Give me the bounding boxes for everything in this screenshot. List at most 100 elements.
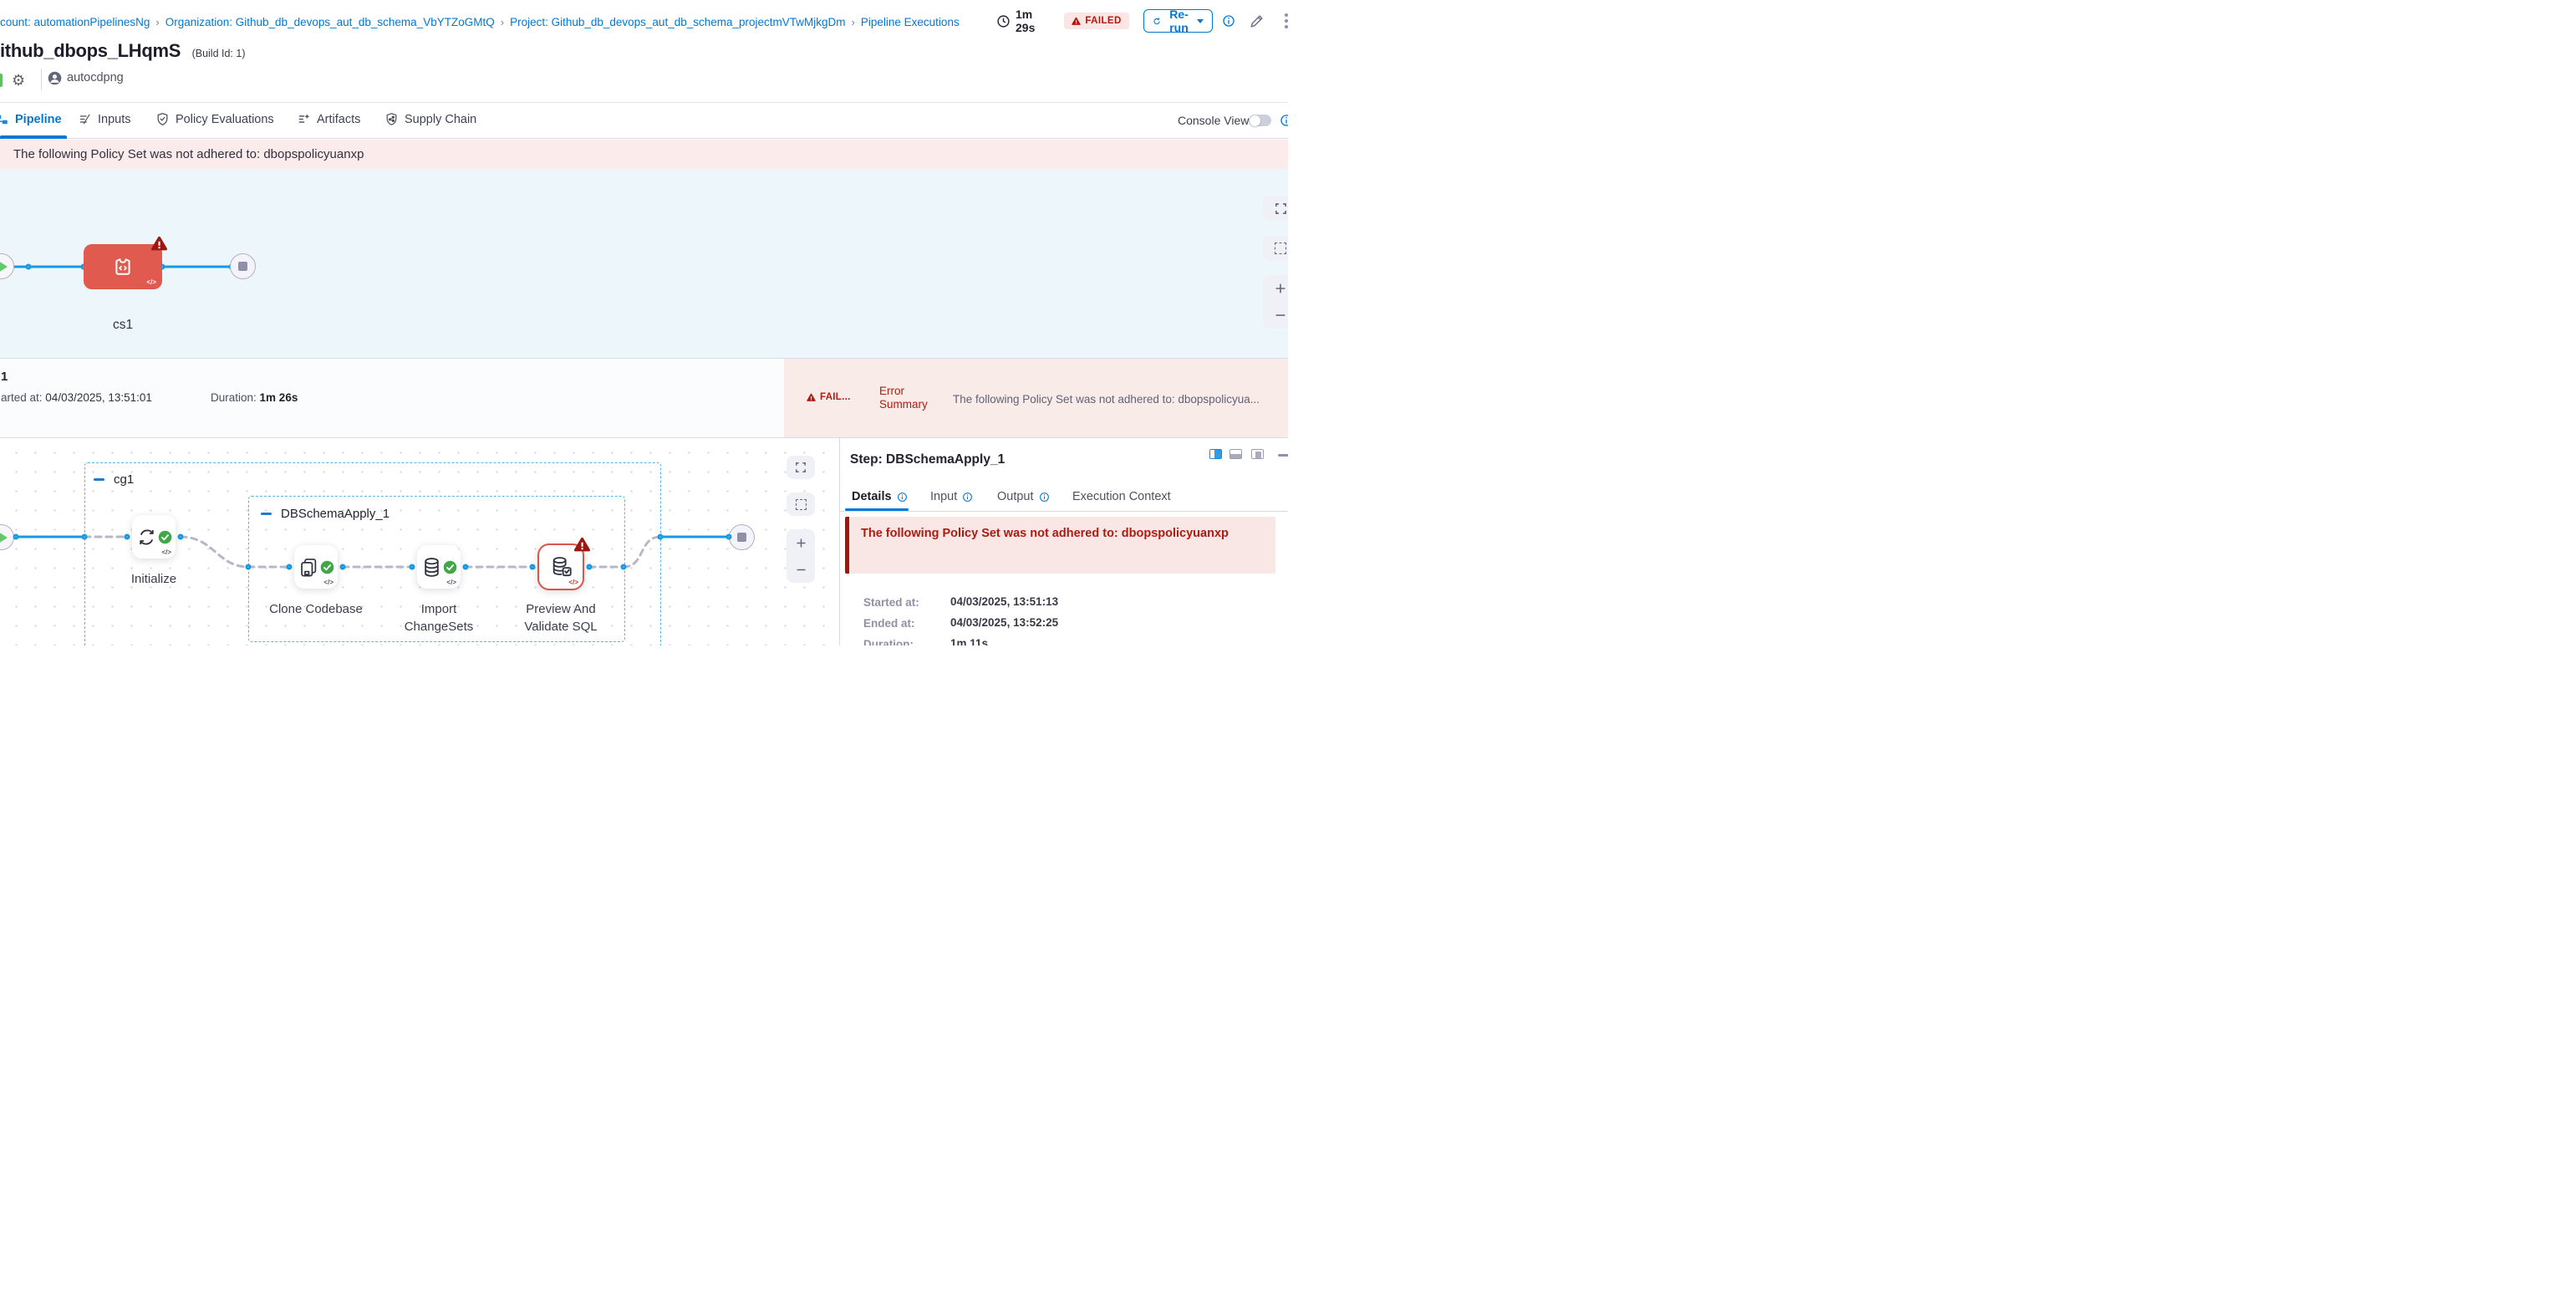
step-label-clone-codebase: Clone Codebase	[264, 600, 368, 618]
step-details-panel: Step: DBSchemaApply_1 Details Input Outp…	[839, 438, 1288, 646]
tab-bar: Pipeline Inputs Policy Evaluations Artif…	[0, 102, 1288, 139]
breadcrumb-organization[interactable]: Organization: Github_db_devops_aut_db_sc…	[165, 16, 495, 28]
step-error-box: The following Policy Set was not adhered…	[845, 517, 1275, 574]
policy-violation-banner: The following Policy Set was not adhered…	[0, 140, 1288, 169]
avatar	[48, 71, 62, 85]
stage-node-cs1[interactable]: </>	[84, 244, 162, 289]
detail-row-started: Started at: 04/03/2025, 13:51:13	[863, 595, 919, 610]
fullscreen-icon	[795, 462, 807, 473]
tab-supply-chain[interactable]: Supply Chain	[384, 112, 476, 126]
step-node-initialize[interactable]: </>	[132, 515, 176, 559]
tab-inputs[interactable]: Inputs	[78, 112, 131, 126]
execution-graph-canvas: cg1 DBSchemaApply_1	[0, 438, 839, 646]
error-summary-value: The following Policy Set was not adhered…	[953, 393, 1287, 406]
panel-tab-execution-context[interactable]: Execution Context	[1072, 490, 1171, 503]
info-icon[interactable]	[1280, 114, 1288, 127]
plus-icon	[1274, 282, 1287, 295]
code-glyph: </>	[323, 579, 333, 586]
console-view-label: Console View	[1178, 114, 1249, 127]
pipeline-icon	[0, 112, 9, 127]
ci-stage-icon	[111, 255, 135, 278]
step-label-preview-validate-sql: Preview And Validate SQL	[509, 600, 613, 635]
kebab-menu-icon[interactable]	[1285, 11, 1288, 31]
step-node-preview-validate-sql[interactable]: </>	[537, 543, 584, 590]
tab-artifacts[interactable]: Artifacts	[297, 112, 360, 126]
execution-end-node	[729, 524, 755, 550]
marquee-select-button[interactable]	[787, 492, 815, 516]
detail-row-ended: Ended at: 04/03/2025, 13:52:25	[863, 616, 915, 631]
fail-badge: FAIL...	[807, 392, 851, 402]
marquee-icon	[1275, 242, 1286, 254]
status-strip	[0, 74, 3, 87]
sync-icon	[135, 526, 158, 549]
breadcrumb-account[interactable]: count: automationPipelinesNg	[0, 16, 150, 28]
marquee-icon	[796, 499, 807, 510]
step-label-import-changesets: Import ChangeSets	[387, 600, 491, 635]
warning-triangle-icon	[1072, 17, 1081, 26]
tab-pipeline[interactable]: Pipeline	[0, 112, 62, 127]
warning-triangle-icon	[807, 393, 816, 402]
step-panel-title: Step: DBSchemaApply_1	[850, 452, 1005, 467]
shield-share-icon	[384, 112, 399, 126]
meta-divider	[41, 69, 42, 90]
code-glyph: </>	[146, 278, 156, 286]
info-icon	[897, 492, 908, 503]
step-node-import-changesets[interactable]: </>	[417, 545, 461, 589]
step-node-clone-codebase[interactable]: </>	[294, 545, 338, 589]
step-label-initialize: Initialize	[102, 570, 206, 588]
breadcrumb-project[interactable]: Project: Github_db_devops_aut_db_schema_…	[510, 16, 845, 28]
meta-row: ⚙ autocdpng	[0, 69, 836, 94]
zoom-out-button[interactable]	[1274, 302, 1287, 329]
zoom-in-button[interactable]	[1274, 275, 1287, 302]
pipeline-end-node	[230, 253, 256, 279]
zoom-out-button[interactable]	[795, 556, 807, 583]
stage-label[interactable]: cs1	[89, 318, 156, 333]
panel-tab-output[interactable]: Output	[997, 490, 1050, 503]
minus-icon	[795, 564, 807, 576]
stage-graph-edges	[0, 169, 1288, 358]
fullscreen-button[interactable]	[1263, 196, 1288, 221]
zoom-controls	[1263, 275, 1288, 329]
step-error-text: The following Policy Set was not adhered…	[849, 517, 1275, 550]
panel-tab-details[interactable]: Details	[852, 490, 908, 503]
edit-pencil-icon[interactable]	[1249, 13, 1265, 29]
rerun-button[interactable]: Re-run	[1143, 9, 1213, 33]
layout-right-icon[interactable]	[1209, 449, 1222, 459]
stage-duration: Duration: 1m 26s	[211, 391, 298, 404]
panel-tab-input[interactable]: Input	[930, 490, 973, 503]
pipeline-execution-page: count: automationPipelinesNg › Organizat…	[0, 0, 1288, 646]
console-view-toggle[interactable]	[1249, 115, 1271, 126]
stage-started-at: arted at: 04/03/2025, 13:51:01	[1, 391, 152, 404]
breadcrumb-separator: ›	[150, 16, 165, 28]
zoom-in-button[interactable]	[795, 529, 807, 556]
info-icon	[1039, 492, 1050, 503]
minimize-icon[interactable]	[1278, 454, 1288, 457]
layout-bottom-icon[interactable]	[1229, 449, 1242, 459]
warning-triangle-icon	[151, 236, 167, 252]
layout-float-icon[interactable]	[1251, 449, 1264, 459]
title-row: ithub_dbops_LHqmS (Build Id: 1)	[0, 40, 836, 67]
fullscreen-button[interactable]	[787, 456, 815, 479]
page-title: ithub_dbops_LHqmS	[0, 40, 181, 61]
policy-banner-text: The following Policy Set was not adhered…	[13, 147, 364, 161]
marquee-select-button[interactable]	[1263, 236, 1288, 261]
trigger-user: autocdpng	[67, 71, 124, 84]
code-glyph: </>	[446, 579, 456, 586]
breadcrumb-pipeline-executions[interactable]: Pipeline Executions	[861, 16, 960, 28]
plus-icon	[795, 537, 807, 549]
stage-summary-title: 1	[1, 370, 8, 384]
error-summary-label: Error Summary	[879, 385, 934, 411]
list-plus-icon	[297, 112, 311, 126]
clone-codebase-icon	[298, 556, 320, 579]
detail-row-duration: Duration: 1m 11s	[863, 637, 914, 646]
database-check-icon	[549, 555, 573, 579]
status-badge: FAILED	[1064, 13, 1128, 29]
fullscreen-icon	[1275, 202, 1287, 215]
stage-summary-row: 1 arted at: 04/03/2025, 13:51:01 Duratio…	[0, 358, 1288, 438]
info-icon[interactable]	[1222, 14, 1235, 28]
code-glyph: </>	[568, 579, 578, 586]
tab-policy-evaluations[interactable]: Policy Evaluations	[155, 112, 274, 126]
info-icon	[962, 492, 973, 503]
refresh-icon	[1153, 15, 1161, 28]
warning-triangle-icon	[574, 537, 590, 553]
